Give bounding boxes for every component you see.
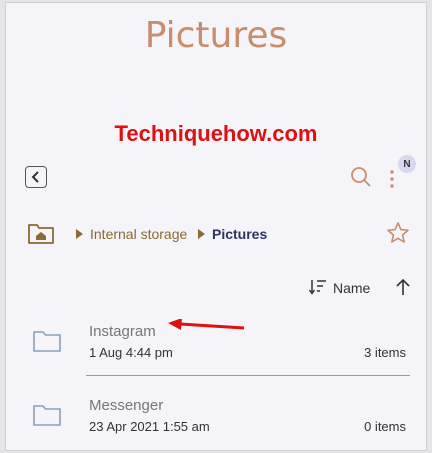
breadcrumb-item-internal-storage[interactable]: Internal storage <box>90 226 187 242</box>
watermark-text: Techniquehow.com <box>114 121 318 146</box>
list-item[interactable]: Messenger 23 Apr 2021 1:55 am 0 items <box>6 397 426 450</box>
star-icon[interactable] <box>386 221 410 245</box>
folder-item-count: 0 items <box>364 419 406 434</box>
folder-date: 1 Aug 4:44 pm <box>89 345 173 360</box>
home-folder-icon[interactable] <box>27 221 55 245</box>
sort-lines-icon[interactable] <box>309 278 327 296</box>
folder-name: Messenger <box>89 397 164 414</box>
annotation-arrow-icon <box>168 319 245 330</box>
breadcrumb-item-pictures[interactable]: Pictures <box>212 226 267 242</box>
search-icon[interactable] <box>349 165 373 189</box>
breadcrumb-separator-icon <box>198 229 205 239</box>
breadcrumb-separator-icon <box>76 229 83 239</box>
more-vertical-icon[interactable] <box>388 169 396 189</box>
folder-item-count: 3 items <box>364 345 406 360</box>
folder-name: Instagram <box>89 323 156 340</box>
folder-icon <box>33 405 61 426</box>
arrow-up-icon[interactable] <box>395 278 411 296</box>
sort-by-name-button[interactable]: Name <box>333 280 370 296</box>
chevron-left-icon <box>31 171 39 183</box>
page-title: Pictures <box>144 15 288 56</box>
back-button[interactable] <box>25 166 47 188</box>
folder-icon <box>33 331 61 352</box>
avatar[interactable]: N <box>398 155 416 173</box>
app-frame: Pictures Techniquehow.com N Internal sto… <box>5 2 427 451</box>
divider <box>86 375 410 376</box>
folder-date: 23 Apr 2021 1:55 am <box>89 419 210 434</box>
